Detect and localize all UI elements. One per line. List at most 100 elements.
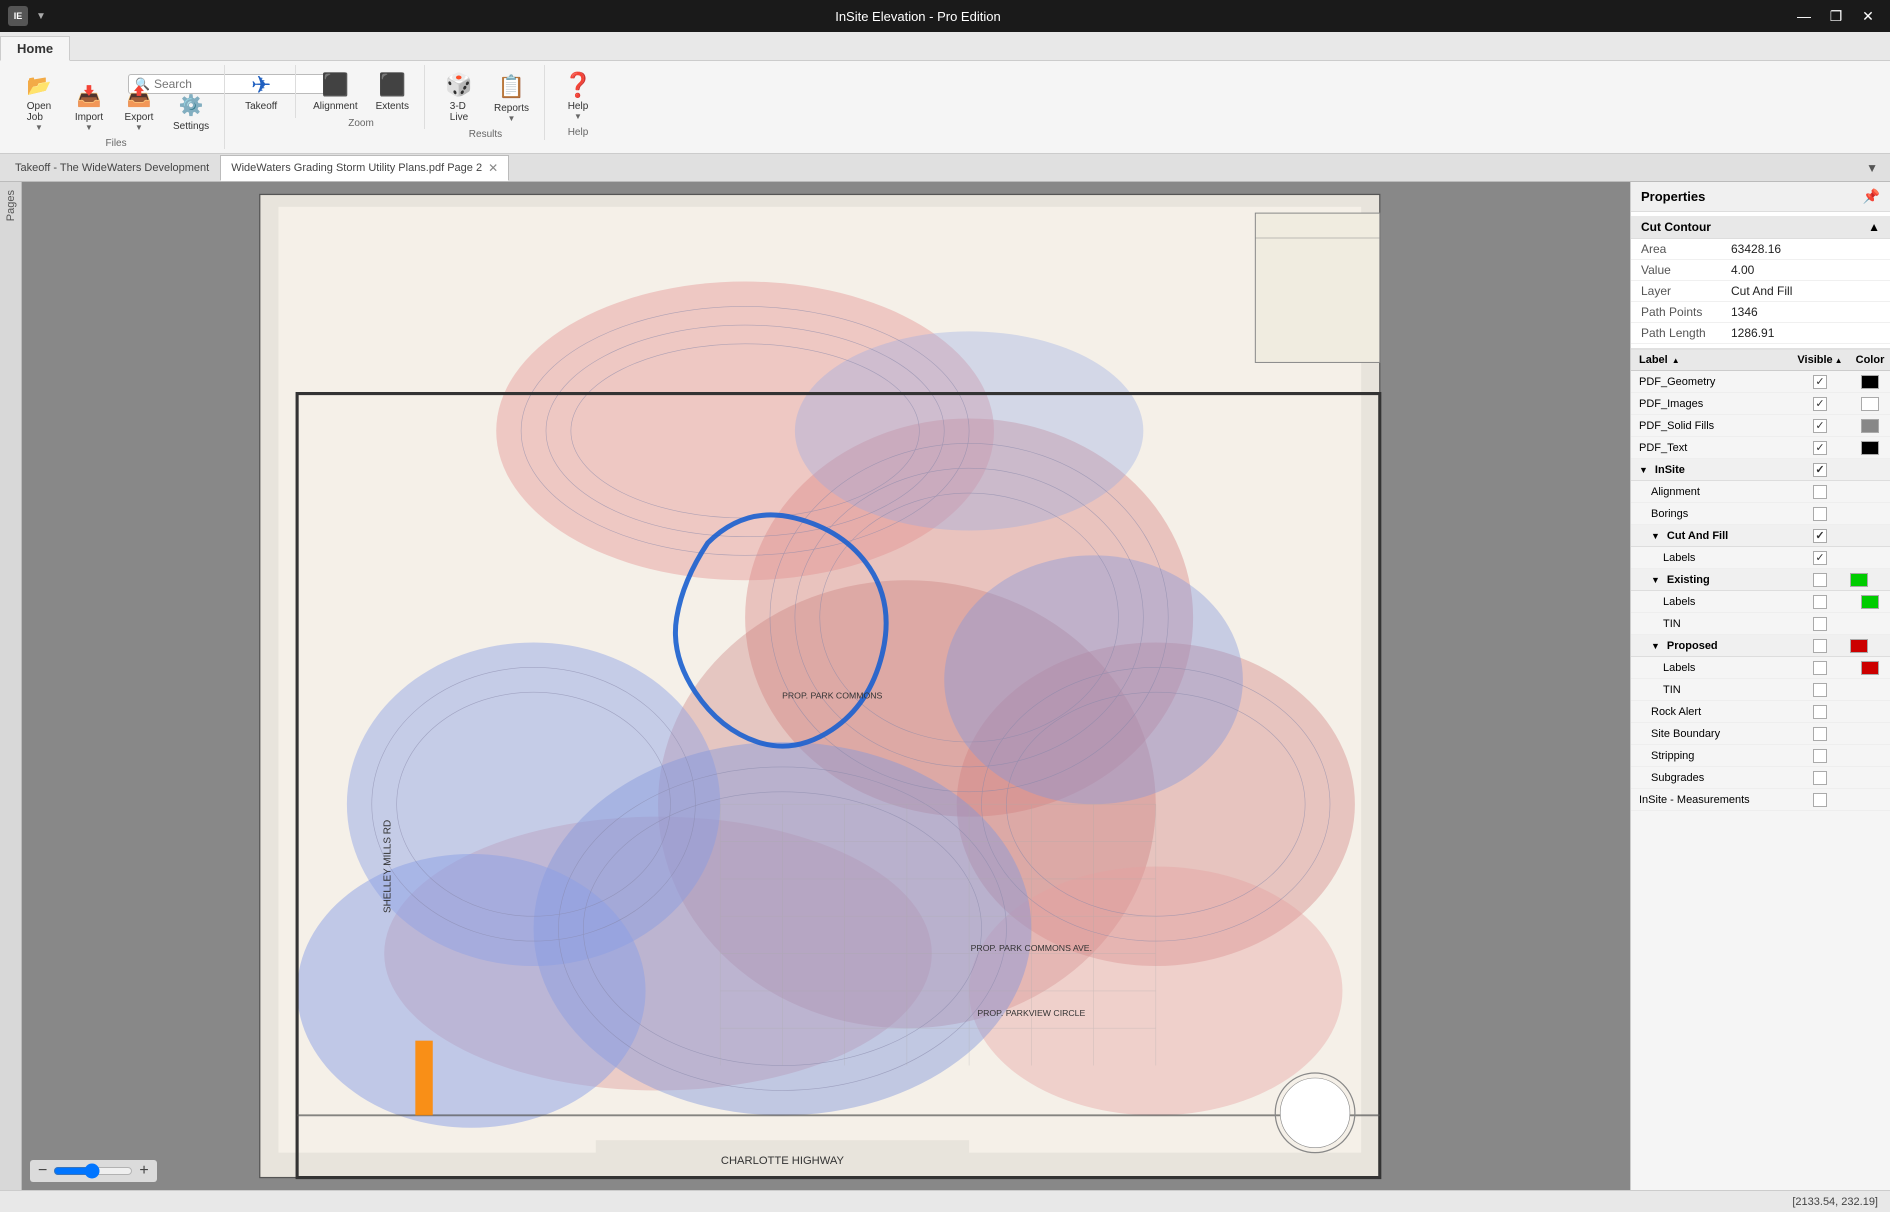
layer-row-subgrades[interactable]: Subgrades [1631, 767, 1890, 789]
visibility-check-insite-measurements[interactable] [1813, 793, 1827, 807]
minimize-button[interactable]: — [1790, 6, 1818, 26]
group-arrow-cut-and-fill[interactable]: ▼ [1651, 531, 1660, 541]
export-button[interactable]: 📤 Export ▼ [116, 76, 162, 136]
layer-vis-labels-1[interactable] [1790, 551, 1850, 565]
visibility-check-pdf-geometry[interactable] [1813, 375, 1827, 389]
layer-vis-tin-2[interactable] [1790, 683, 1850, 697]
alignment-button[interactable]: ⬛ Alignment [306, 65, 364, 116]
color-swatch-pdf-images[interactable] [1861, 397, 1879, 411]
layer-row-alignment[interactable]: Alignment [1631, 481, 1890, 503]
color-swatch-labels-3[interactable] [1861, 661, 1879, 675]
layer-row-labels-2[interactable]: Labels [1631, 591, 1890, 613]
layer-vis-pdf-text[interactable] [1790, 441, 1850, 455]
layer-row-insite[interactable]: ▼InSite [1631, 459, 1890, 481]
layer-color-pdf-text[interactable] [1850, 441, 1890, 455]
tab-home[interactable]: Home [0, 36, 70, 61]
layer-vis-labels-3[interactable] [1790, 661, 1850, 675]
layer-vis-pdf-images[interactable] [1790, 397, 1850, 411]
layer-color-pdf-solid-fills[interactable] [1850, 419, 1890, 433]
3d-live-button[interactable]: 🎲 3-DLive [435, 65, 483, 127]
reports-button[interactable]: 📋 Reports ▼ [487, 67, 536, 127]
layer-vis-subgrades[interactable] [1790, 771, 1850, 785]
menu-arrow[interactable]: ▼ [36, 11, 46, 22]
layer-vis-pdf-geometry[interactable] [1790, 375, 1850, 389]
group-arrow-proposed[interactable]: ▼ [1651, 641, 1660, 651]
layer-row-labels-3[interactable]: Labels [1631, 657, 1890, 679]
layer-row-tin-2[interactable]: TIN [1631, 679, 1890, 701]
layer-color-pdf-images[interactable] [1850, 397, 1890, 411]
layer-vis-insite[interactable] [1790, 463, 1850, 477]
layer-vis-borings[interactable] [1790, 507, 1850, 521]
col-visible[interactable]: Visible ▲ [1790, 350, 1850, 370]
canvas-area[interactable]: CHARLOTTE HIGHWAY SHELLEY MILLS RD PROP.… [22, 182, 1630, 1190]
visibility-check-site-boundary[interactable] [1813, 727, 1827, 741]
pages-label[interactable]: Pages [5, 190, 17, 221]
cut-contour-collapse[interactable]: ▲ [1868, 220, 1880, 234]
visibility-check-pdf-text[interactable] [1813, 441, 1827, 455]
color-swatch-pdf-text[interactable] [1861, 441, 1879, 455]
settings-button[interactable]: ⚙️ Settings [166, 85, 216, 136]
tab-takeoff[interactable]: Takeoff - The WideWaters Development [4, 155, 220, 181]
zoom-plus-button[interactable]: + [137, 1162, 150, 1180]
visibility-check-proposed[interactable] [1813, 639, 1827, 653]
group-arrow-insite[interactable]: ▼ [1639, 465, 1648, 475]
zoom-minus-button[interactable]: − [36, 1162, 49, 1180]
visibility-check-subgrades[interactable] [1813, 771, 1827, 785]
layer-vis-pdf-solid-fills[interactable] [1790, 419, 1850, 433]
layer-color-labels-3[interactable] [1850, 661, 1890, 675]
group-arrow-existing[interactable]: ▼ [1651, 575, 1660, 585]
tab-dropdown-arrow[interactable]: ▼ [1858, 161, 1886, 175]
extents-button[interactable]: ⬛ Extents [369, 65, 416, 116]
layer-vis-rock-alert[interactable] [1790, 705, 1850, 719]
layer-row-tin-1[interactable]: TIN [1631, 613, 1890, 635]
layer-vis-site-boundary[interactable] [1790, 727, 1850, 741]
visibility-check-existing[interactable] [1813, 573, 1827, 587]
color-swatch-proposed[interactable] [1850, 639, 1868, 653]
zoom-slider[interactable] [53, 1163, 133, 1179]
layer-vis-stripping[interactable] [1790, 749, 1850, 763]
layer-row-pdf-solid-fills[interactable]: PDF_Solid Fills [1631, 415, 1890, 437]
layer-vis-proposed[interactable] [1790, 639, 1850, 653]
layer-vis-insite-measurements[interactable] [1790, 793, 1850, 807]
properties-pin-icon[interactable]: 📌 [1863, 188, 1880, 205]
visibility-check-labels-3[interactable] [1813, 661, 1827, 675]
layer-row-labels-1[interactable]: Labels [1631, 547, 1890, 569]
visibility-check-cut-and-fill[interactable] [1813, 529, 1827, 543]
visibility-check-tin-2[interactable] [1813, 683, 1827, 697]
layer-row-pdf-text[interactable]: PDF_Text [1631, 437, 1890, 459]
visibility-check-labels-1[interactable] [1813, 551, 1827, 565]
visibility-check-pdf-solid-fills[interactable] [1813, 419, 1827, 433]
layer-row-existing[interactable]: ▼Existing [1631, 569, 1890, 591]
layer-color-pdf-geometry[interactable] [1850, 375, 1890, 389]
layer-vis-existing[interactable] [1790, 573, 1850, 587]
color-swatch-labels-2[interactable] [1861, 595, 1879, 609]
visibility-check-tin-1[interactable] [1813, 617, 1827, 631]
visibility-check-insite[interactable] [1813, 463, 1827, 477]
restore-button[interactable]: ❐ [1822, 6, 1850, 26]
close-button[interactable]: ✕ [1854, 6, 1882, 26]
visibility-check-stripping[interactable] [1813, 749, 1827, 763]
layer-vis-cut-and-fill[interactable] [1790, 529, 1850, 543]
color-swatch-pdf-solid-fills[interactable] [1861, 419, 1879, 433]
layer-row-proposed[interactable]: ▼Proposed [1631, 635, 1890, 657]
layer-vis-tin-1[interactable] [1790, 617, 1850, 631]
layer-vis-alignment[interactable] [1790, 485, 1850, 499]
col-label[interactable]: Label ▲ [1631, 350, 1790, 370]
visibility-check-alignment[interactable] [1813, 485, 1827, 499]
layer-vis-labels-2[interactable] [1790, 595, 1850, 609]
visibility-check-borings[interactable] [1813, 507, 1827, 521]
takeoff-button[interactable]: ✈ Takeoff [235, 65, 287, 116]
visibility-check-labels-2[interactable] [1813, 595, 1827, 609]
layer-row-cut-and-fill[interactable]: ▼Cut And Fill [1631, 525, 1890, 547]
tab-plan[interactable]: WideWaters Grading Storm Utility Plans.p… [220, 155, 509, 181]
layer-row-rock-alert[interactable]: Rock Alert [1631, 701, 1890, 723]
layer-row-borings[interactable]: Borings [1631, 503, 1890, 525]
visibility-check-rock-alert[interactable] [1813, 705, 1827, 719]
color-swatch-existing[interactable] [1850, 573, 1868, 587]
layer-row-pdf-geometry[interactable]: PDF_Geometry [1631, 371, 1890, 393]
layer-color-existing[interactable] [1850, 573, 1890, 587]
layer-row-stripping[interactable]: Stripping [1631, 745, 1890, 767]
color-swatch-pdf-geometry[interactable] [1861, 375, 1879, 389]
tab-plan-close[interactable]: ✕ [488, 161, 498, 175]
import-button[interactable]: 📥 Import ▼ [66, 76, 112, 136]
